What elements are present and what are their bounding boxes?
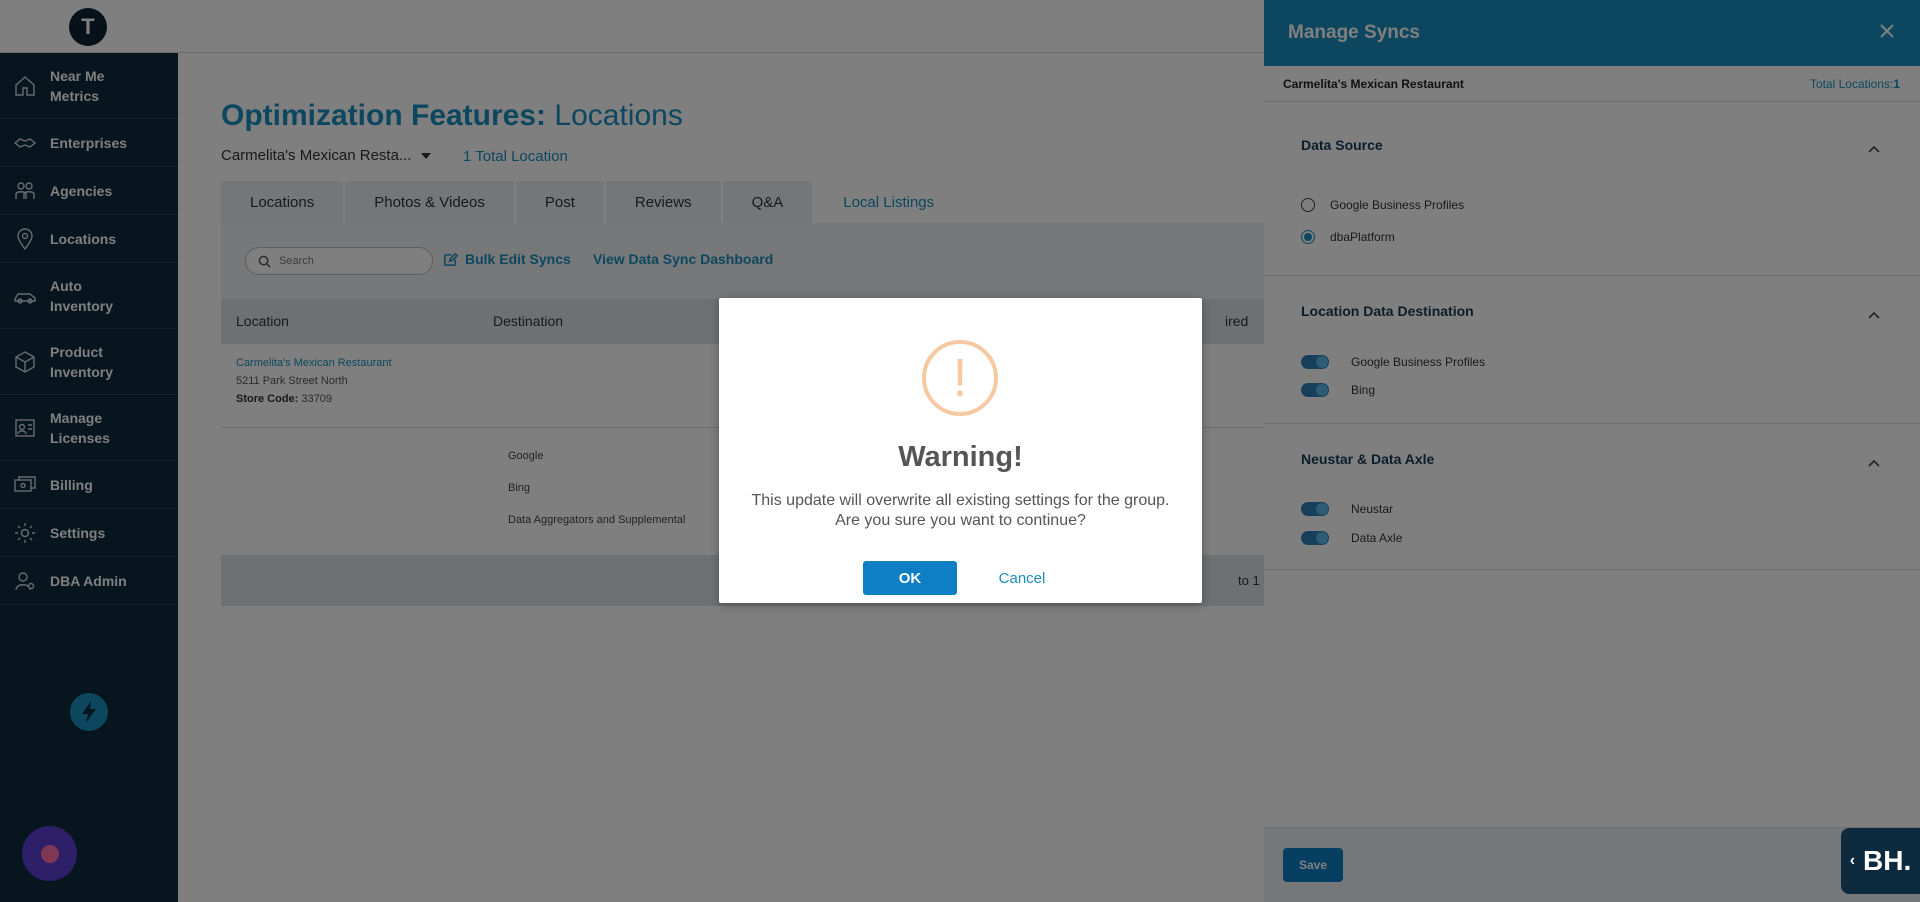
warning-glyph: ! bbox=[952, 348, 968, 408]
dialog-message: This update will overwrite all existing … bbox=[719, 491, 1202, 531]
warning-icon: ! bbox=[922, 340, 998, 416]
bh-logo-text: BH. bbox=[1863, 845, 1912, 876]
drawer-dim bbox=[1264, 0, 1920, 902]
dialog-message-line: This update will overwrite all existing … bbox=[751, 492, 1170, 509]
warning-dialog: ! Warning! This update will overwrite al… bbox=[719, 298, 1202, 603]
bh-widget[interactable]: ‹ BH. bbox=[1841, 828, 1920, 894]
ok-button[interactable]: OK bbox=[863, 561, 957, 595]
chevron-left-icon: ‹ bbox=[1849, 852, 1856, 869]
dialog-message-line: Are you sure you want to continue? bbox=[835, 512, 1086, 529]
cancel-button[interactable]: Cancel bbox=[987, 561, 1057, 595]
dialog-title: Warning! bbox=[898, 441, 1023, 473]
